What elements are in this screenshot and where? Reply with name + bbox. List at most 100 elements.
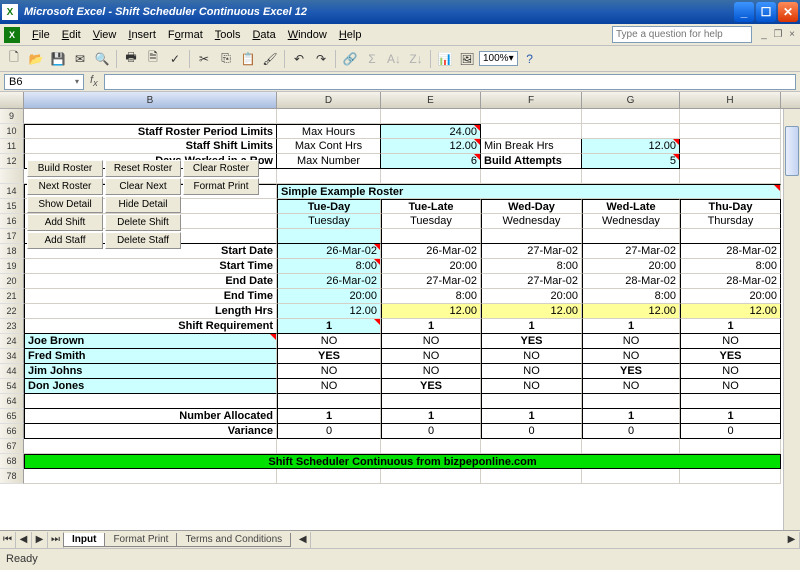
row-header[interactable]: 65 [0,409,24,424]
ask-help-input[interactable] [612,26,752,43]
day-label[interactable]: Thursday [680,214,781,229]
max-cont-label[interactable]: Max Cont Hrs [277,139,381,154]
table-cell[interactable]: NO [582,379,680,394]
table-cell[interactable]: NO [481,379,582,394]
table-cell[interactable]: NO [277,379,381,394]
first-sheet-icon[interactable]: ⏮ [0,532,16,548]
menu-data[interactable]: Data [246,27,281,43]
number-allocated-label[interactable]: Number Allocated [24,409,277,424]
table-cell[interactable]: 20:00 [381,259,481,274]
start-time-label[interactable]: Start Time [24,259,277,274]
table-cell[interactable]: YES [381,379,481,394]
menu-view[interactable]: View [87,27,123,43]
table-cell[interactable]: 1 [381,319,481,334]
table-cell[interactable]: 20:00 [481,289,582,304]
row-header[interactable]: 14 [0,184,24,199]
chart-icon[interactable]: 📊 [435,49,455,69]
delete-shift-button[interactable]: Delete Shift [105,214,181,231]
table-cell[interactable]: 12.00 [680,304,781,319]
spell-icon[interactable]: ✓ [165,49,185,69]
end-date-label[interactable]: End Date [24,274,277,289]
table-cell[interactable]: 12.00 [481,304,582,319]
show-detail-button[interactable]: Show Detail [27,196,103,213]
vertical-scrollbar[interactable] [783,109,800,530]
clear-next-button[interactable]: Clear Next [105,178,181,195]
drawing-icon[interactable]: 🖼 [457,49,477,69]
table-cell[interactable]: 0 [381,424,481,439]
redo-icon[interactable]: ↷ [311,49,331,69]
minimize-button[interactable]: _ [734,2,754,22]
table-cell[interactable]: 1 [277,409,381,424]
table-cell[interactable]: 1 [381,409,481,424]
shift-header[interactable]: Tue-Late [381,199,481,214]
table-cell[interactable]: 27-Mar-02 [381,274,481,289]
day-label[interactable]: Wednesday [582,214,680,229]
table-cell[interactable]: 27-Mar-02 [481,244,582,259]
menu-help[interactable]: Help [333,27,368,43]
row-header[interactable]: 67 [0,439,24,454]
horizontal-scrollbar[interactable]: ◀ ▶ [295,532,800,548]
table-cell[interactable]: 0 [481,424,582,439]
row-header[interactable]: 19 [0,259,24,274]
table-cell[interactable]: 12.00 [582,304,680,319]
col-header-H[interactable]: H [680,92,781,108]
table-cell[interactable]: 8:00 [481,259,582,274]
row-header[interactable]: 54 [0,379,24,394]
row-header[interactable]: 68 [0,454,24,469]
row-header[interactable] [0,169,24,184]
reset-roster-button[interactable]: Reset Roster [105,160,181,177]
select-all-corner[interactable] [0,92,24,108]
shift-header[interactable]: Thu-Day [680,199,781,214]
table-cell[interactable]: NO [277,364,381,379]
shift-header[interactable]: Wed-Day [481,199,582,214]
table-cell[interactable]: YES [582,364,680,379]
table-cell[interactable]: 1 [582,409,680,424]
cut-icon[interactable]: ✂ [194,49,214,69]
table-cell[interactable]: NO [381,349,481,364]
table-cell[interactable]: NO [381,364,481,379]
delete-staff-button[interactable]: Delete Staff [105,232,181,249]
shift-limits-label[interactable]: Staff Shift Limits [24,139,277,154]
day-label[interactable]: Wednesday [481,214,582,229]
roster-period-label[interactable]: Staff Roster Period Limits [24,124,277,139]
col-header-F[interactable]: F [481,92,582,108]
table-cell[interactable]: NO [680,379,781,394]
staff-name[interactable]: Jim Johns [24,364,277,379]
length-label[interactable]: Length Hrs [24,304,277,319]
sheet-tab-format-print[interactable]: Format Print [104,533,177,547]
row-header[interactable]: 22 [0,304,24,319]
new-icon[interactable]: 🗋 [4,49,24,69]
staff-name[interactable]: Joe Brown [24,334,277,349]
col-header-B[interactable]: B [24,92,277,108]
scroll-right-icon[interactable]: ▶ [784,532,800,548]
scroll-thumb[interactable] [785,126,799,176]
row-header[interactable]: 20 [0,274,24,289]
table-cell[interactable]: 1 [582,319,680,334]
table-cell[interactable]: 1 [481,319,582,334]
copy-icon[interactable]: ⎘ [216,49,236,69]
row-header[interactable]: 66 [0,424,24,439]
row-header[interactable]: 18 [0,244,24,259]
variance-label[interactable]: Variance [24,424,277,439]
table-cell[interactable]: 27-Mar-02 [582,244,680,259]
row-header[interactable]: 64 [0,394,24,409]
build-roster-button[interactable]: Build Roster [27,160,103,177]
shift-req-label[interactable]: Shift Requirement [24,319,277,334]
table-cell[interactable]: 26-Mar-02 [277,274,381,289]
add-shift-button[interactable]: Add Shift [27,214,103,231]
table-cell[interactable]: NO [481,364,582,379]
row-header[interactable]: 78 [0,469,24,484]
table-cell[interactable]: 28-Mar-02 [582,274,680,289]
table-cell[interactable]: 28-Mar-02 [680,274,781,289]
row-header[interactable]: 15 [0,199,24,214]
table-cell[interactable]: 1 [680,409,781,424]
sheet-tab-input[interactable]: Input [63,533,105,547]
table-cell[interactable]: 1 [277,319,381,334]
table-cell[interactable]: 20:00 [582,259,680,274]
col-header-D[interactable]: D [277,92,381,108]
cell[interactable] [24,109,277,124]
staff-name[interactable]: Don Jones [24,379,277,394]
build-attempts-value[interactable]: 5 [582,154,680,169]
formula-input[interactable] [104,74,796,90]
max-hours-label[interactable]: Max Hours [277,124,381,139]
